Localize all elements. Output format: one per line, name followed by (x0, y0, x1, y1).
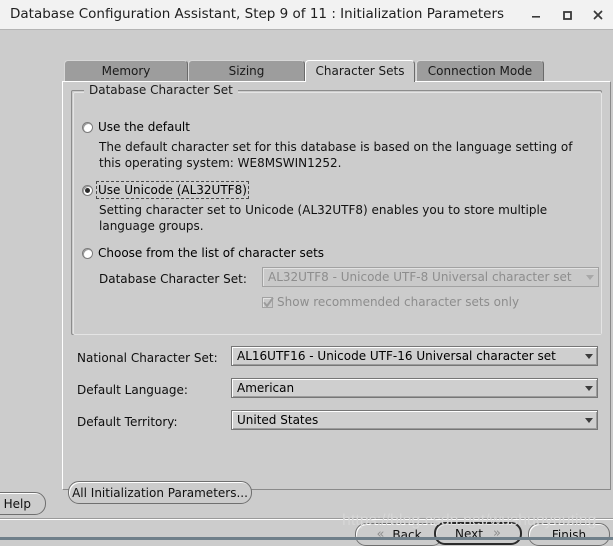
default-language-select[interactable]: American (231, 378, 598, 398)
checkbox-label: Show recommended character sets only (277, 295, 520, 309)
maximize-icon (563, 10, 572, 20)
all-initialization-parameters-label: All Initialization Parameters... (72, 485, 248, 500)
radio-button-icon (82, 247, 93, 259)
radio-use-the-default[interactable]: Use the default (82, 120, 190, 134)
close-icon (593, 10, 603, 19)
show-recommended-checkbox[interactable]: Show recommended character sets only (262, 295, 519, 309)
use-unicode-description: Setting character set to Unicode (AL32UT… (99, 203, 548, 233)
finish-button[interactable]: Finish (528, 523, 610, 546)
radio-label: Use Unicode (AL32UTF8) (96, 181, 249, 199)
database-character-set-group: Database Character Set Use the default T… (71, 83, 602, 335)
nav-separator (0, 518, 613, 520)
radio-button-icon (82, 184, 93, 196)
back-button[interactable]: « Back (355, 523, 443, 546)
tab-memory[interactable]: Memory (64, 60, 188, 82)
chevron-down-icon (580, 411, 597, 429)
chevron-down-icon (580, 379, 597, 397)
close-button[interactable] (583, 0, 613, 29)
tab-label: Connection Mode (427, 64, 533, 78)
radio-use-unicode[interactable]: Use Unicode (AL32UTF8) (82, 181, 249, 199)
checkbox-icon (262, 296, 274, 308)
dialog-body: Memory Sizing Character Sets Connection … (0, 31, 613, 546)
database-character-set-select[interactable]: AL32UTF8 - Unicode UTF-8 Universal chara… (262, 267, 599, 287)
tab-label: Memory (101, 64, 151, 78)
radio-label: Choose from the list of character sets (98, 246, 325, 260)
tab-connection-mode[interactable]: Connection Mode (416, 60, 544, 82)
use-the-default-description: The default character set for this datab… (99, 140, 573, 170)
tab-panel-character-sets: Database Character Set Use the default T… (62, 81, 611, 490)
national-character-set-value: AL16UTF16 - Unicode UTF-16 Universal cha… (237, 349, 556, 363)
database-character-set-label: Database Character Set: (99, 272, 247, 286)
help-button[interactable]: Help (0, 492, 46, 515)
chevron-down-icon (581, 268, 598, 286)
database-character-set-value: AL32UTF8 - Unicode UTF-8 Universal chara… (268, 270, 572, 284)
maximize-button[interactable] (552, 0, 582, 29)
default-territory-select[interactable]: United States (231, 410, 598, 430)
minimize-icon (532, 15, 540, 18)
default-territory-label: Default Territory: (77, 415, 178, 429)
tab-strip: Memory Sizing Character Sets Connection … (62, 60, 613, 82)
minimize-button[interactable] (521, 0, 551, 29)
radio-choose-from-list[interactable]: Choose from the list of character sets (82, 246, 324, 260)
national-character-set-label: National Character Set: (77, 351, 218, 365)
radio-label: Use the default (98, 120, 190, 134)
default-language-value: American (237, 381, 295, 395)
window-titlebar: Database Configuration Assistant, Step 9… (0, 0, 613, 30)
chevron-down-icon (580, 347, 597, 365)
tab-sizing[interactable]: Sizing (188, 60, 305, 82)
next-button[interactable]: Next » (434, 522, 522, 545)
help-label: Help (3, 496, 31, 511)
tab-character-sets[interactable]: Character Sets (305, 60, 415, 82)
all-initialization-parameters-button[interactable]: All Initialization Parameters... (68, 481, 252, 504)
default-language-label: Default Language: (77, 383, 188, 397)
window-title: Database Configuration Assistant, Step 9… (10, 6, 505, 22)
tab-label: Character Sets (315, 64, 405, 78)
national-character-set-select[interactable]: AL16UTF16 - Unicode UTF-16 Universal cha… (231, 346, 598, 366)
group-title: Database Character Set (84, 83, 238, 97)
radio-button-icon (82, 121, 93, 133)
default-territory-value: United States (237, 413, 319, 427)
tab-label: Sizing (228, 64, 265, 78)
